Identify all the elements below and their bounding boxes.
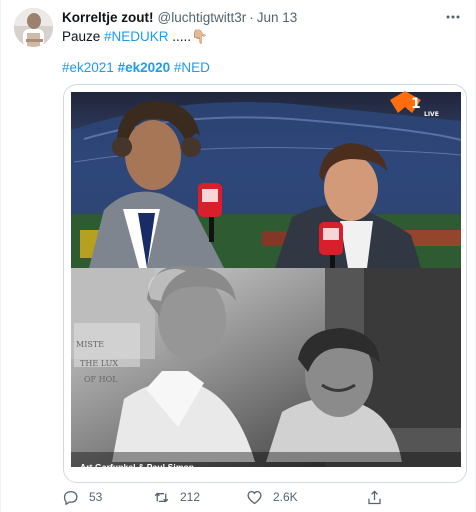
heart-icon [247, 490, 262, 504]
like-count: 2.6K [273, 490, 298, 504]
reply-button[interactable]: 53 [62, 489, 153, 506]
tweet[interactable]: Korreltje zout! @luchtigtwitt3r · Jun 13… [0, 0, 476, 512]
tweet-actions: 53 212 2.6K [62, 485, 416, 509]
pointing-down-emoji: 👇🏼 [191, 29, 208, 44]
retweet-count: 212 [180, 490, 201, 504]
left-divider [0, 0, 1, 512]
hashtag-list: #ek2021 #ek2020 #NED [62, 59, 466, 77]
svg-text:LIVE: LIVE [424, 111, 439, 118]
avatar-image [14, 8, 53, 47]
author-handle[interactable]: @luchtigtwitt3r [158, 10, 247, 25]
hashtag-ned[interactable]: #NED [174, 60, 210, 75]
svg-text:THE LUX: THE LUX [80, 359, 118, 368]
tweet-text-prefix: Pauze [62, 29, 105, 44]
reply-count: 53 [89, 490, 103, 504]
media-caption: Art Garfunkel & Paul Simon [80, 462, 195, 472]
retweet-icon [154, 492, 169, 502]
tweet-text: Pauze #NEDUKR .....👇🏼 [62, 28, 466, 46]
tweet-media[interactable]: 1 LIVE MISTE THE LUX OF HOL Art Garfunke… [63, 84, 467, 483]
svg-text:OF HOL: OF HOL [84, 375, 118, 384]
share-button[interactable] [366, 489, 406, 506]
reply-icon [63, 490, 78, 505]
tweet-content: Korreltje zout! @luchtigtwitt3r · Jun 13… [62, 8, 466, 77]
hashtag-ek2020[interactable]: #ek2020 [118, 60, 171, 75]
more-icon[interactable] [440, 8, 466, 26]
retweet-button[interactable]: 212 [153, 489, 246, 506]
like-button[interactable]: 2.6K [246, 489, 366, 506]
svg-text:MISTE: MISTE [76, 340, 104, 349]
tweet-text-suffix: ..... [168, 29, 192, 44]
share-icon [368, 489, 381, 504]
tweet-header: Korreltje zout! @luchtigtwitt3r · Jun 13 [62, 8, 466, 26]
tweet-timestamp[interactable]: Jun 13 [257, 10, 298, 25]
media-image: 1 LIVE MISTE THE LUX OF HOL [64, 85, 466, 482]
hashtag-nedukr[interactable]: #NEDUKR [104, 29, 169, 44]
svg-text:1: 1 [411, 96, 421, 112]
separator-dot: · [249, 9, 254, 25]
avatar[interactable] [14, 8, 53, 47]
author-display-name[interactable]: Korreltje zout! [62, 10, 154, 25]
hashtag-ek2021[interactable]: #ek2021 [62, 60, 114, 75]
